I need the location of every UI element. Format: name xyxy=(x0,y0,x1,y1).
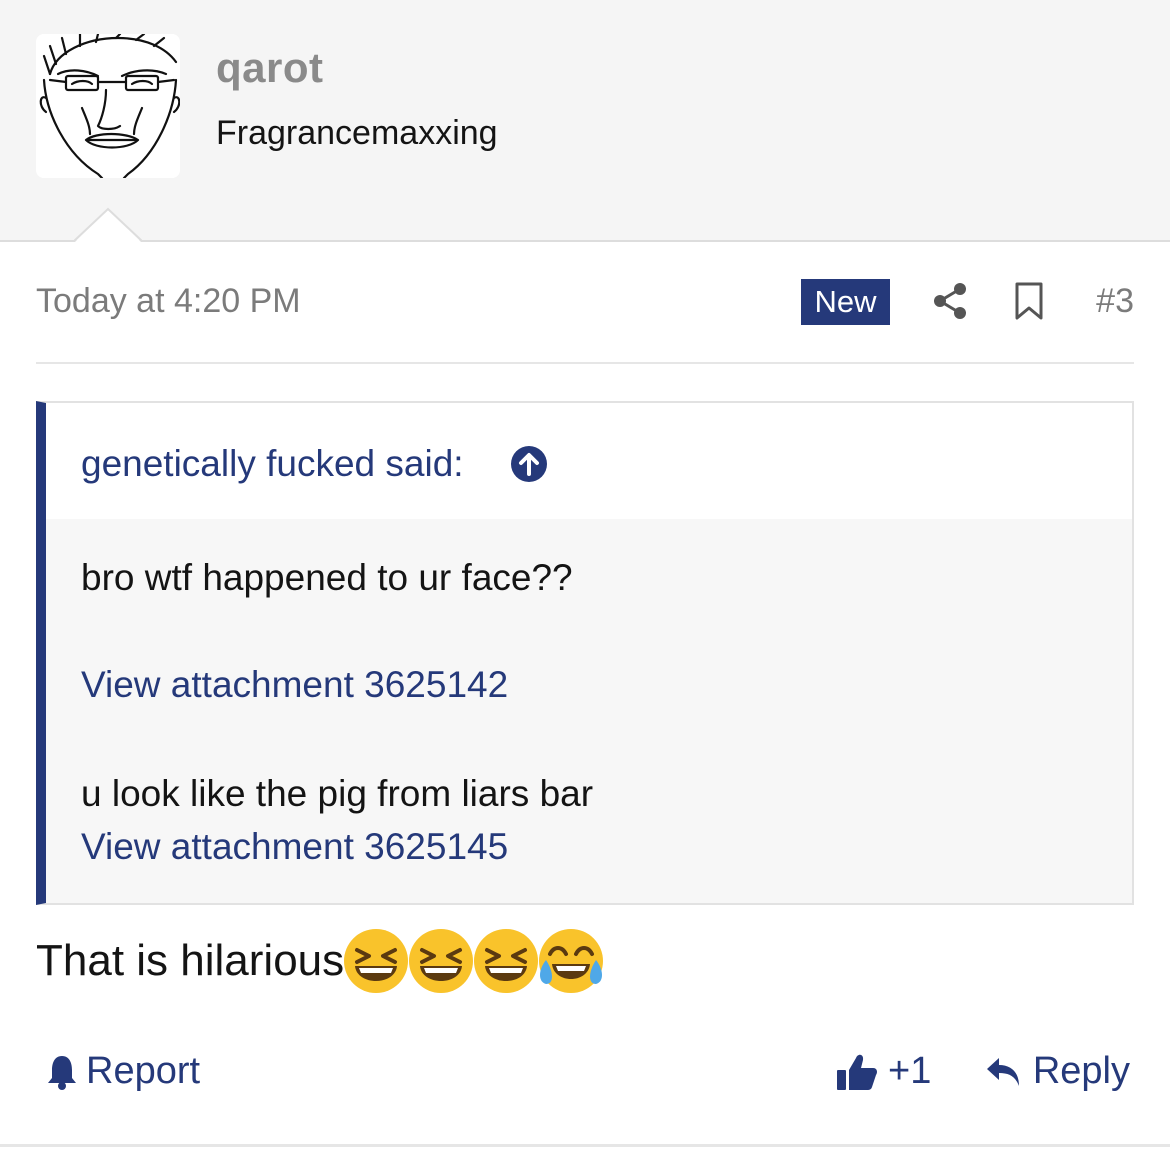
bell-icon xyxy=(48,1055,76,1090)
post-number-link[interactable]: #3 xyxy=(1096,282,1134,321)
user-title: Fragrancemaxxing xyxy=(216,114,498,152)
post-actions: Report +1 Reply xyxy=(36,1050,1134,1100)
grinning-squinting-face-icon xyxy=(344,929,409,993)
like-count: +1 xyxy=(888,1050,932,1092)
face-with-tears-of-joy-icon xyxy=(539,929,604,993)
bookmark-icon[interactable] xyxy=(1014,282,1044,320)
username[interactable]: qarot xyxy=(216,44,324,92)
quote-header: genetically fucked said: xyxy=(46,403,1132,519)
post-body: That is hilarious xyxy=(36,926,604,996)
message-pointer-arrow xyxy=(74,207,142,243)
quote-block: genetically fucked said: bro wtf happene… xyxy=(36,401,1134,905)
grinning-squinting-face-icon xyxy=(474,929,539,993)
avatar-face-drawing xyxy=(36,34,180,178)
reply-arrow-icon xyxy=(986,1057,1019,1086)
attachment-link[interactable]: View attachment 3625142 xyxy=(81,664,508,706)
like-button[interactable]: +1 xyxy=(836,1050,931,1093)
quote-text-line: u look like the pig from liars bar xyxy=(81,773,594,814)
avatar[interactable] xyxy=(36,34,180,178)
attachment-link[interactable]: View attachment 3625145 xyxy=(81,826,508,868)
grinning-squinting-face-icon xyxy=(409,929,474,993)
post-timestamp[interactable]: Today at 4:20 PM xyxy=(36,282,301,321)
thumbs-up-icon xyxy=(837,1054,877,1090)
reply-button[interactable]: Reply xyxy=(985,1050,1130,1093)
post-meta-row: Today at 4:20 PM New #3 xyxy=(36,270,1134,336)
report-button[interactable]: Report xyxy=(46,1050,200,1093)
meta-divider xyxy=(36,362,1134,364)
user-header: qarot Fragrancemaxxing xyxy=(0,0,1170,243)
share-icon[interactable] xyxy=(932,282,968,320)
new-badge: New xyxy=(801,279,890,325)
quote-text-line: bro wtf happened to ur face?? xyxy=(81,557,573,598)
report-label: Report xyxy=(86,1050,201,1092)
reply-label: Reply xyxy=(1032,1050,1130,1092)
quote-attribution[interactable]: genetically fucked said: xyxy=(81,443,464,485)
post-bottom-divider xyxy=(0,1144,1170,1147)
post-body-text: That is hilarious xyxy=(36,936,345,985)
jump-to-quote-icon[interactable] xyxy=(510,445,548,483)
